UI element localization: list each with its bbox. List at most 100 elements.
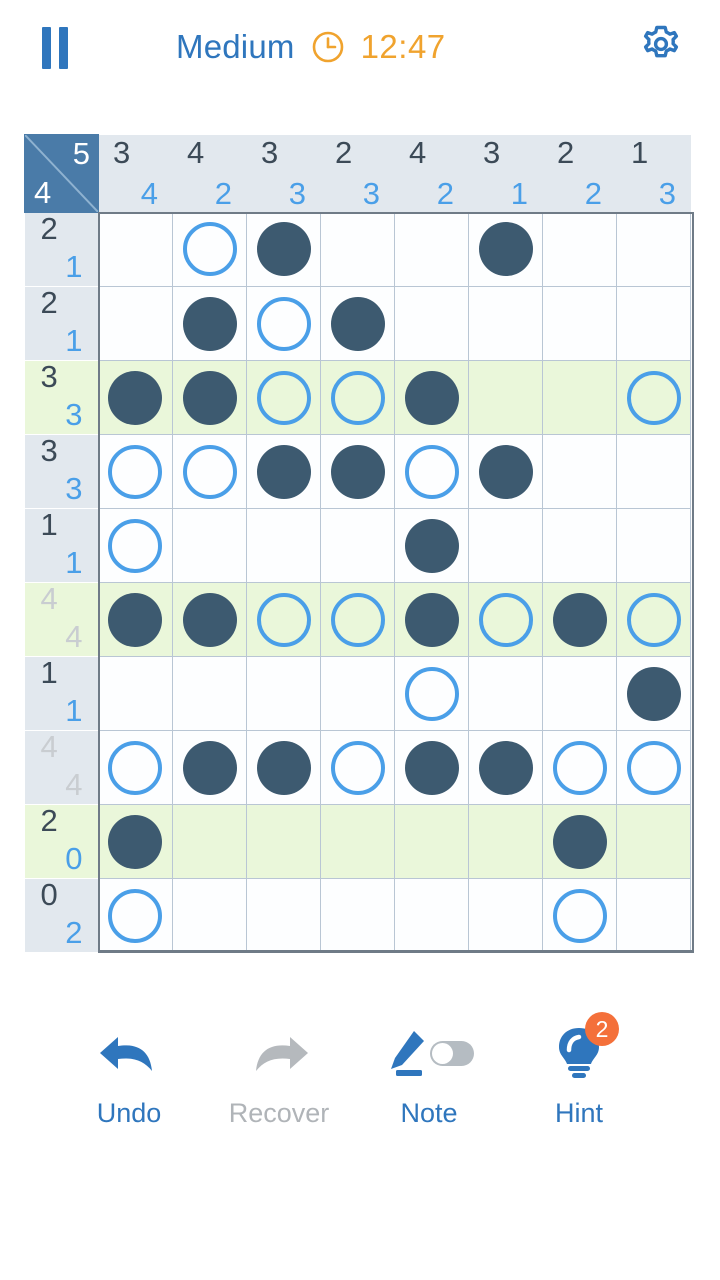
hint-button[interactable]: 2 Hint bbox=[504, 1012, 654, 1129]
board-cell-r3c8[interactable] bbox=[616, 360, 691, 435]
board-cell-r6c3[interactable] bbox=[246, 582, 321, 657]
board-cell-r8c6[interactable] bbox=[468, 730, 543, 805]
board-cell-r9c4[interactable] bbox=[320, 804, 395, 879]
board-cell-r5c8[interactable] bbox=[616, 508, 691, 583]
board-cell-r3c7[interactable] bbox=[542, 360, 617, 435]
board-cell-r2c6[interactable] bbox=[468, 286, 543, 361]
board-cell-r6c1[interactable] bbox=[98, 582, 173, 657]
board-cell-r6c5[interactable] bbox=[394, 582, 469, 657]
board-cell-r8c8[interactable] bbox=[616, 730, 691, 805]
filled-dot-icon bbox=[108, 814, 163, 869]
settings-button[interactable] bbox=[637, 22, 685, 70]
board-cell-r2c3[interactable] bbox=[246, 286, 321, 361]
board-cell-r8c4[interactable] bbox=[320, 730, 395, 805]
board-cell-r1c1[interactable] bbox=[98, 212, 173, 287]
board-cell-r6c4[interactable] bbox=[320, 582, 395, 657]
board-cell-r2c7[interactable] bbox=[542, 286, 617, 361]
empty-ring-icon bbox=[108, 888, 163, 943]
empty-ring-icon bbox=[182, 444, 237, 499]
board-cell-r3c6[interactable] bbox=[468, 360, 543, 435]
board-cell-r10c4[interactable] bbox=[320, 878, 395, 953]
undo-button[interactable]: Undo bbox=[54, 1020, 204, 1129]
board-cell-r4c4[interactable] bbox=[320, 434, 395, 509]
board-cell-r4c3[interactable] bbox=[246, 434, 321, 509]
board-cell-r7c4[interactable] bbox=[320, 656, 395, 731]
board-row: 21 bbox=[24, 285, 691, 361]
board-cell-r6c8[interactable] bbox=[616, 582, 691, 657]
board-cell-r1c3[interactable] bbox=[246, 212, 321, 287]
board-cell-r1c6[interactable] bbox=[468, 212, 543, 287]
pause-button[interactable] bbox=[29, 24, 81, 72]
board-cell-r1c2[interactable] bbox=[172, 212, 247, 287]
board-cell-r5c1[interactable] bbox=[98, 508, 173, 583]
board-cell-r7c7[interactable] bbox=[542, 656, 617, 731]
board-cell-r3c5[interactable] bbox=[394, 360, 469, 435]
column-header-1: 34 bbox=[98, 134, 173, 213]
board-cell-r2c1[interactable] bbox=[98, 286, 173, 361]
recover-button[interactable]: Recover bbox=[204, 1020, 354, 1129]
board-cell-r3c3[interactable] bbox=[246, 360, 321, 435]
board-cell-r4c6[interactable] bbox=[468, 434, 543, 509]
board-cell-r5c6[interactable] bbox=[468, 508, 543, 583]
board-cell-r3c2[interactable] bbox=[172, 360, 247, 435]
board-cell-r8c1[interactable] bbox=[98, 730, 173, 805]
board-cell-r6c6[interactable] bbox=[468, 582, 543, 657]
note-label: Note bbox=[400, 1098, 458, 1128]
board-cell-r6c2[interactable] bbox=[172, 582, 247, 657]
board-cell-r3c1[interactable] bbox=[98, 360, 173, 435]
board-cell-r10c1[interactable] bbox=[98, 878, 173, 953]
board-cell-r7c5[interactable] bbox=[394, 656, 469, 731]
empty-ring-icon bbox=[108, 740, 163, 795]
board-cell-r5c3[interactable] bbox=[246, 508, 321, 583]
column-header-blue-value: 2 bbox=[436, 175, 454, 211]
board-cell-r4c8[interactable] bbox=[616, 434, 691, 509]
board-cell-r3c4[interactable] bbox=[320, 360, 395, 435]
board-cell-r5c2[interactable] bbox=[172, 508, 247, 583]
board-cell-r9c1[interactable] bbox=[98, 804, 173, 879]
board-cell-r4c2[interactable] bbox=[172, 434, 247, 509]
board-cell-r10c2[interactable] bbox=[172, 878, 247, 953]
empty-ring-icon bbox=[478, 592, 533, 647]
board-cell-r2c4[interactable] bbox=[320, 286, 395, 361]
board-cell-r4c7[interactable] bbox=[542, 434, 617, 509]
board-cell-r10c8[interactable] bbox=[616, 878, 691, 953]
board-cell-r4c1[interactable] bbox=[98, 434, 173, 509]
board-cell-r10c3[interactable] bbox=[246, 878, 321, 953]
board-cell-r8c7[interactable] bbox=[542, 730, 617, 805]
board-cell-r9c6[interactable] bbox=[468, 804, 543, 879]
board-cell-r10c6[interactable] bbox=[468, 878, 543, 953]
board-cell-r9c2[interactable] bbox=[172, 804, 247, 879]
puzzle-board[interactable]: 54344233234231221321213333114411442002 bbox=[24, 134, 691, 953]
column-header-3: 33 bbox=[246, 134, 321, 213]
board-cell-r10c5[interactable] bbox=[394, 878, 469, 953]
board-cell-r10c7[interactable] bbox=[542, 878, 617, 953]
board-cell-r7c3[interactable] bbox=[246, 656, 321, 731]
board-cell-r7c2[interactable] bbox=[172, 656, 247, 731]
board-cell-r5c5[interactable] bbox=[394, 508, 469, 583]
board-cell-r7c1[interactable] bbox=[98, 656, 173, 731]
board-cell-r9c3[interactable] bbox=[246, 804, 321, 879]
board-row: 11 bbox=[24, 655, 691, 731]
board-cell-r2c5[interactable] bbox=[394, 286, 469, 361]
board-cell-r8c5[interactable] bbox=[394, 730, 469, 805]
board-cell-r2c2[interactable] bbox=[172, 286, 247, 361]
note-button[interactable]: Note bbox=[354, 1020, 504, 1129]
board-cell-r9c5[interactable] bbox=[394, 804, 469, 879]
board-cell-r2c8[interactable] bbox=[616, 286, 691, 361]
board-row: 33 bbox=[24, 433, 691, 509]
board-cell-r1c4[interactable] bbox=[320, 212, 395, 287]
board-cell-r9c8[interactable] bbox=[616, 804, 691, 879]
board-cell-r1c5[interactable] bbox=[394, 212, 469, 287]
board-cell-r1c8[interactable] bbox=[616, 212, 691, 287]
board-cell-r4c5[interactable] bbox=[394, 434, 469, 509]
board-cell-r5c4[interactable] bbox=[320, 508, 395, 583]
board-cell-r1c7[interactable] bbox=[542, 212, 617, 287]
note-toggle[interactable] bbox=[430, 1040, 474, 1066]
board-cell-r5c7[interactable] bbox=[542, 508, 617, 583]
board-cell-r8c2[interactable] bbox=[172, 730, 247, 805]
board-cell-r7c8[interactable] bbox=[616, 656, 691, 731]
board-cell-r9c7[interactable] bbox=[542, 804, 617, 879]
board-cell-r8c3[interactable] bbox=[246, 730, 321, 805]
board-cell-r6c7[interactable] bbox=[542, 582, 617, 657]
board-cell-r7c6[interactable] bbox=[468, 656, 543, 731]
